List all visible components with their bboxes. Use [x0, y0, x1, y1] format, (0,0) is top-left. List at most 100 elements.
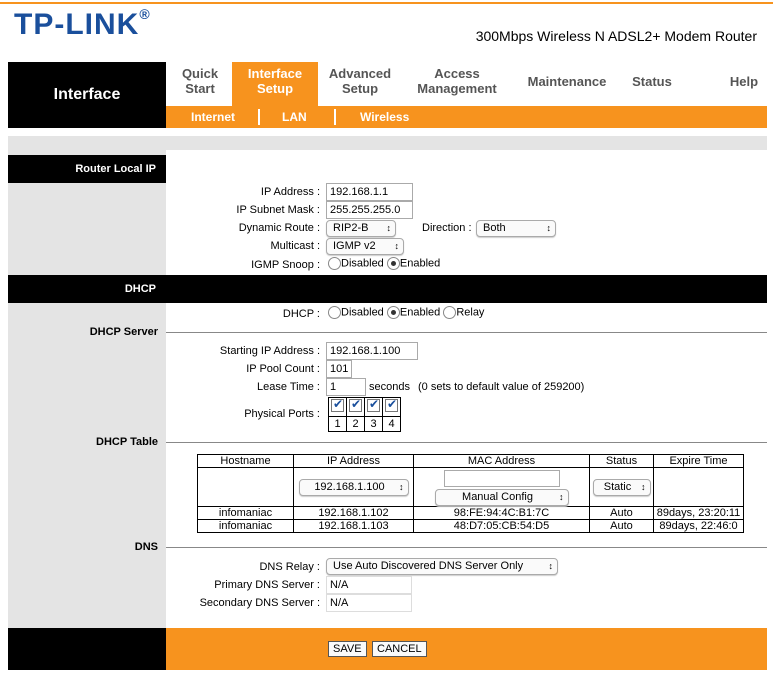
dns-relay-label: DNS Relay :	[259, 561, 320, 573]
row-ip: 192.168.1.102	[293, 506, 414, 520]
pool-count-label: IP Pool Count :	[246, 363, 320, 375]
primary-dns-label: Primary DNS Server :	[214, 579, 320, 591]
port-1-label: 1	[328, 416, 347, 432]
igmp-disabled-radio[interactable]	[328, 257, 341, 270]
port-2-label: 2	[346, 416, 365, 432]
row-mac: 48:D7:05:CB:54:D5	[413, 519, 590, 533]
port-3-checkbox[interactable]	[367, 397, 380, 412]
dhcp-server-divider	[166, 332, 767, 333]
new-entry-status-select[interactable]: Static	[592, 478, 651, 496]
nav-interface-setup[interactable]: Interface Setup	[232, 66, 318, 96]
dhcp-table-heading: DHCP Table	[96, 436, 158, 448]
row-status: Auto	[589, 519, 654, 533]
port-4-label: 4	[382, 416, 401, 432]
subnav-wireless[interactable]: Wireless	[360, 110, 409, 124]
model-name: 300Mbps Wireless N ADSL2+ Modem Router	[475, 28, 757, 44]
nav-section-title: Interface	[53, 86, 121, 103]
dhcp-mode-label: DHCP :	[282, 308, 320, 320]
nav-quick-start[interactable]: Quick Start	[172, 66, 228, 96]
dhcp-table: Hostname IP Address MAC Address Status E…	[197, 454, 744, 533]
dns-relay-select[interactable]: Use Auto Discovered DNS Server Only	[326, 558, 558, 575]
dynamic-route-select[interactable]: RIP2-B	[326, 220, 396, 237]
igmp-enabled-radio[interactable]	[386, 257, 400, 270]
lease-time-note: (0 sets to default value of 259200)	[418, 381, 585, 393]
port-4-checkbox[interactable]	[385, 397, 398, 412]
primary-dns-input[interactable]: N/A	[326, 576, 412, 594]
port-2-checkbox[interactable]	[349, 397, 362, 412]
subnav-internet[interactable]: Internet	[191, 110, 235, 124]
cancel-button[interactable]: CANCEL	[372, 641, 427, 657]
ip-address-label: IP Address :	[260, 186, 320, 198]
nav-advanced-setup[interactable]: Advanced Setup	[320, 66, 400, 96]
physical-ports-grid: 1 2 3 4	[328, 397, 401, 432]
dhcp-server-heading: DHCP Server	[89, 326, 158, 338]
dhcp-enabled-label: Enabled	[399, 306, 441, 319]
igmp-disabled-label: Disabled	[341, 257, 384, 270]
dhcp-mode-options: Disabled Enabled Relay	[328, 306, 484, 319]
physical-ports-label: Physical Ports :	[244, 408, 320, 420]
dns-heading: DNS	[134, 541, 158, 553]
col-mac-address: MAC Address	[413, 454, 590, 468]
save-button[interactable]: SAVE	[328, 641, 367, 657]
dhcp-relay-radio[interactable]	[443, 306, 457, 319]
dhcp-table-divider	[166, 442, 767, 443]
footer-left-panel	[8, 628, 166, 670]
subnav-lan[interactable]: LAN	[282, 110, 307, 124]
col-expire-time: Expire Time	[653, 454, 744, 468]
direction-select[interactable]: Both	[476, 220, 556, 237]
secondary-dns-input[interactable]: N/A	[326, 594, 412, 612]
table-row: infomaniac 192.168.1.103 48:D7:05:CB:54:…	[197, 519, 744, 533]
new-entry-ip-select[interactable]: 192.168.1.100	[298, 478, 409, 496]
new-entry-hostname	[197, 467, 294, 507]
content-top-strip	[8, 136, 767, 150]
direction-label: Direction :	[422, 222, 472, 234]
dhcp-disabled-label: Disabled	[341, 306, 384, 319]
new-entry-ip-cell: 192.168.1.100	[293, 467, 414, 507]
left-label-column	[8, 150, 166, 628]
new-entry-mac-input[interactable]	[443, 470, 560, 487]
subnet-mask-label: IP Subnet Mask :	[236, 204, 320, 216]
multicast-select[interactable]: IGMP v2	[326, 238, 404, 255]
multicast-label: Multicast :	[270, 240, 320, 252]
new-entry-expire	[653, 467, 744, 507]
new-entry-mac-cell: Manual Config	[413, 467, 590, 507]
nav-status[interactable]: Status	[624, 74, 680, 89]
lease-time-input[interactable]: 1	[326, 378, 366, 396]
subnet-mask-input[interactable]: 255.255.255.0	[326, 201, 413, 219]
nav-access-management[interactable]: Access Management	[410, 66, 504, 96]
row-hostname: infomaniac	[197, 506, 294, 520]
lease-time-label: Lease Time :	[257, 381, 320, 393]
dhcp-relay-label: Relay	[456, 306, 485, 319]
ip-address-input[interactable]: 192.168.1.1	[326, 183, 413, 201]
footer-bar	[166, 628, 767, 670]
table-row: infomaniac 192.168.1.102 98:FE:94:4C:B1:…	[197, 506, 744, 520]
top-accent-line	[0, 2, 773, 4]
row-expire: 89days, 23:20:11	[653, 506, 744, 520]
col-ip-address: IP Address	[293, 454, 414, 468]
row-ip: 192.168.1.103	[293, 519, 414, 533]
section-dhcp: DHCP	[8, 275, 166, 303]
nav-help[interactable]: Help	[722, 74, 766, 89]
subnav-divider	[258, 109, 260, 125]
new-entry-mac-select[interactable]: Manual Config	[434, 489, 569, 506]
section-dhcp-bar	[166, 275, 767, 303]
pool-count-input[interactable]: 101	[326, 360, 352, 378]
dns-divider	[166, 547, 767, 548]
port-1-checkbox[interactable]	[331, 397, 344, 412]
row-expire: 89days, 22:46:0	[653, 519, 744, 533]
dhcp-enabled-radio[interactable]	[386, 306, 400, 319]
secondary-dns-label: Secondary DNS Server :	[199, 597, 320, 609]
col-hostname: Hostname	[197, 454, 294, 468]
igmp-snoop-label: IGMP Snoop :	[251, 259, 320, 271]
starting-ip-input[interactable]: 192.168.1.100	[326, 342, 418, 360]
new-entry-status-cell: Static	[589, 467, 654, 507]
tp-link-logo: TP-LINK®	[14, 6, 151, 41]
igmp-snoop-options: Disabled Enabled	[328, 257, 440, 270]
sub-nav-bar	[166, 106, 767, 128]
row-status: Auto	[589, 506, 654, 520]
starting-ip-label: Starting IP Address :	[219, 345, 320, 357]
igmp-enabled-label: Enabled	[399, 257, 441, 270]
dhcp-disabled-radio[interactable]	[328, 306, 341, 319]
nav-maintenance[interactable]: Maintenance	[520, 74, 614, 89]
col-status: Status	[589, 454, 654, 468]
